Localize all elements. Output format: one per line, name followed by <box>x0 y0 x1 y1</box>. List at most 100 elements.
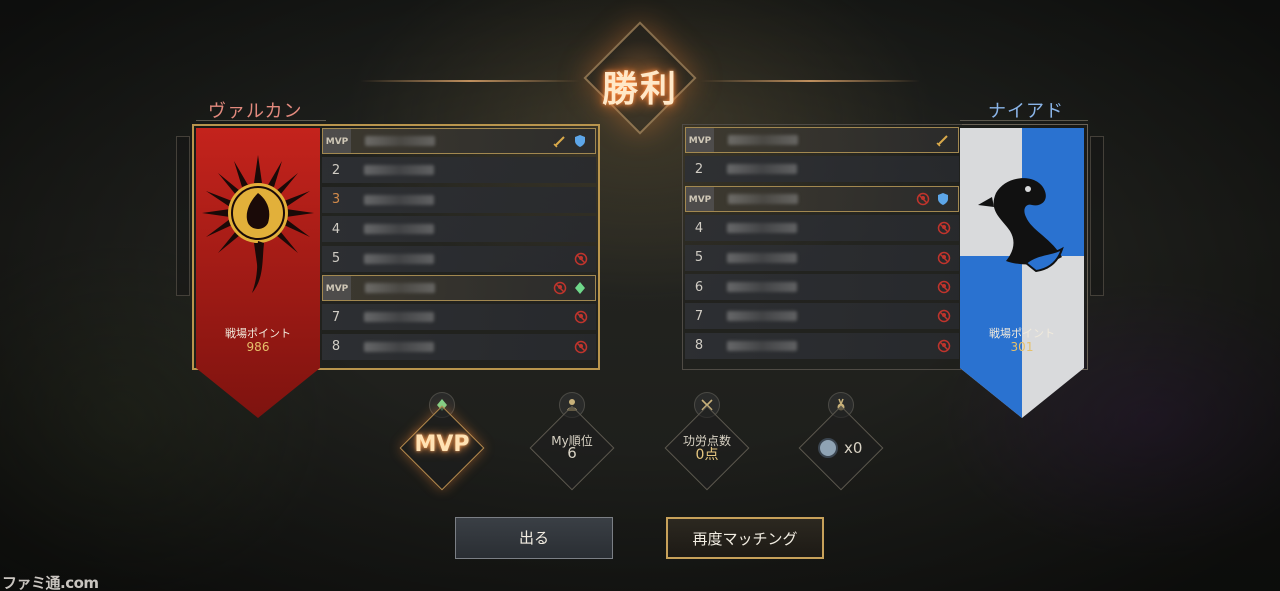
player-name-blurred <box>727 282 797 292</box>
victory-text: 勝利 <box>601 69 678 110</box>
no-skull-icon <box>553 281 567 295</box>
player-name-blurred <box>364 253 434 264</box>
title-line-right <box>700 80 920 82</box>
player-rank: 3 <box>331 192 341 208</box>
phoenix-sun-emblem-icon <box>202 155 314 293</box>
medal-count-icon <box>818 438 838 458</box>
player-row: 4 <box>685 215 959 242</box>
player-row: 6 <box>685 274 959 300</box>
player-name-blurred <box>727 311 797 322</box>
rematch-button[interactable]: 再度マッチング <box>666 517 824 559</box>
left-side-ornament <box>176 136 190 296</box>
player-row: 8 <box>685 332 959 359</box>
mvp-stat: MVP <box>397 392 487 492</box>
player-rank: 8 <box>331 339 341 355</box>
left-team-banner: 戦場ポイント 986 <box>196 128 320 418</box>
left-points-value: 986 <box>246 340 270 354</box>
title-line-left <box>360 80 580 82</box>
player-name-blurred <box>728 135 798 145</box>
medal-diamond-frame <box>798 405 884 491</box>
player-rank: 4 <box>331 221 341 237</box>
player-rank: 4 <box>694 220 704 236</box>
victory-title: 勝利 <box>560 18 720 138</box>
player-name-blurred <box>365 283 435 293</box>
player-status-icons <box>553 281 587 295</box>
sea-horse-emblem-icon <box>978 178 1064 273</box>
player-row: MVP <box>322 128 596 154</box>
no-skull-icon <box>574 252 588 266</box>
right-team-banner: 戦場ポイント 301 <box>960 128 1084 418</box>
player-row: 5 <box>322 245 596 272</box>
merit-points-value: 0点 <box>695 447 719 463</box>
no-skull-icon <box>937 251 951 265</box>
player-name-blurred <box>728 193 798 204</box>
player-status-icons <box>574 340 588 354</box>
sword-icon <box>936 133 950 147</box>
player-rank: 7 <box>694 308 704 324</box>
crystal-icon <box>573 281 587 295</box>
medal-count-value: x0 <box>844 439 863 457</box>
left-points-label: 戦場ポイント <box>225 327 291 340</box>
player-row: 2 <box>685 156 959 183</box>
player-rank: 7 <box>331 309 341 325</box>
merit-points-stat: 功労点数 0点 <box>662 392 752 492</box>
medal-stat: x0 <box>796 392 886 492</box>
player-status-icons <box>553 134 587 148</box>
no-skull-icon <box>937 280 951 294</box>
player-name-blurred <box>727 223 797 234</box>
player-row: 2 <box>322 157 596 184</box>
mvp-rank-tag: MVP <box>323 129 351 153</box>
player-name-blurred <box>365 136 435 146</box>
player-name-blurred <box>727 164 797 175</box>
player-row: MVP <box>322 275 596 301</box>
player-row: MVP <box>685 185 959 212</box>
left-team-roster: MVP 2 3 4 5 MVP 7 8 <box>320 124 600 370</box>
player-name-blurred <box>364 194 434 205</box>
right-points-value: 301 <box>1010 340 1034 354</box>
mvp-badge-text: MVP <box>414 432 470 457</box>
player-status-icons <box>936 133 950 147</box>
player-name-blurred <box>364 224 434 235</box>
player-name-blurred <box>364 165 434 176</box>
player-rank: 2 <box>694 161 704 177</box>
mvp-rank-tag: MVP <box>686 128 714 152</box>
mvp-rank-tag: MVP <box>323 276 351 300</box>
no-skull-icon <box>937 221 951 235</box>
player-row: 4 <box>322 216 596 243</box>
player-status-icons <box>937 221 951 235</box>
no-skull-icon <box>937 339 951 353</box>
right-points-label: 戦場ポイント <box>989 327 1055 340</box>
exit-button[interactable]: 出る <box>455 517 613 559</box>
player-name-blurred <box>727 340 797 351</box>
player-name-blurred <box>364 341 434 352</box>
player-status-icons <box>574 310 588 324</box>
player-row: 8 <box>322 333 596 360</box>
player-status-icons <box>937 339 951 353</box>
player-rank: 6 <box>694 279 704 295</box>
player-rank: 5 <box>694 250 704 266</box>
player-rank: 5 <box>331 251 341 267</box>
my-rank-stat: My順位 6 <box>527 392 617 492</box>
player-row: 5 <box>685 244 959 271</box>
no-skull-icon <box>916 192 930 206</box>
player-rank: 8 <box>694 338 704 354</box>
right-team-roster: MVP 2 MVP 4 5 6 7 8 <box>682 124 962 370</box>
left-team-underline <box>196 120 326 121</box>
player-status-icons <box>574 252 588 266</box>
player-status-icons <box>937 280 951 294</box>
my-rank-value: 6 <box>567 444 577 462</box>
player-status-icons <box>916 192 950 206</box>
sword-icon <box>553 134 567 148</box>
no-skull-icon <box>574 310 588 324</box>
no-skull-icon <box>574 340 588 354</box>
player-row: 7 <box>322 304 596 331</box>
player-name-blurred <box>727 252 797 263</box>
no-skull-icon <box>937 309 951 323</box>
shield-icon <box>573 134 587 148</box>
right-team-underline <box>960 120 1088 121</box>
player-name-blurred <box>364 312 434 323</box>
shield-icon <box>936 192 950 206</box>
player-row: 3 <box>322 186 596 213</box>
watermark-logo: ファミ通.com <box>2 574 99 591</box>
player-status-icons <box>937 309 951 323</box>
